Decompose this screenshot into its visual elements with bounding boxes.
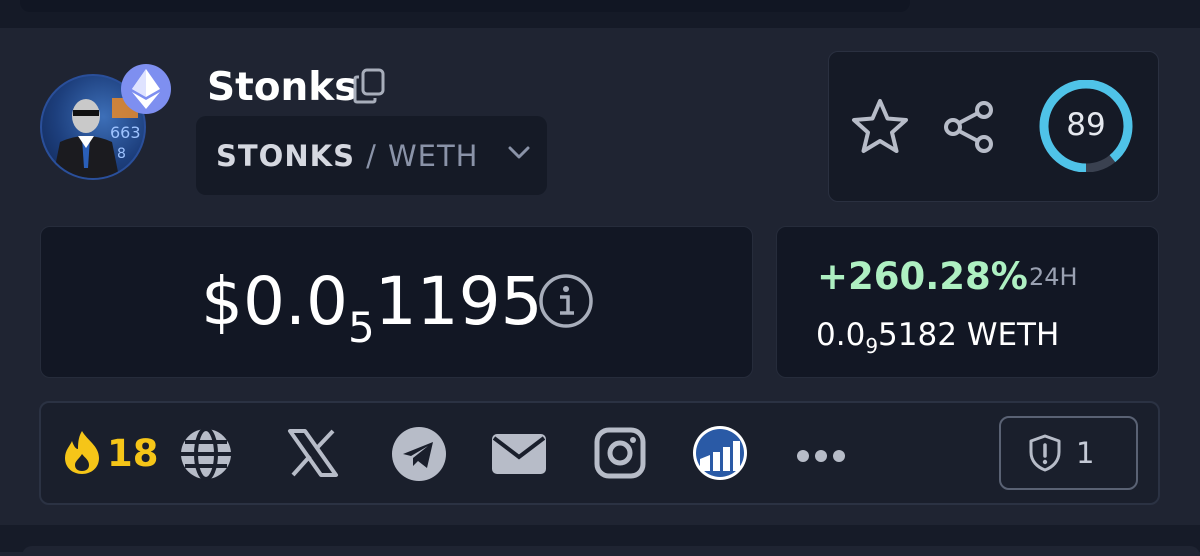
usd-price-prefix: $0.0 bbox=[201, 263, 348, 340]
price-change-period: 24H bbox=[1029, 263, 1078, 291]
pair-quote: WETH bbox=[387, 139, 479, 173]
top-bar-tab bbox=[20, 0, 910, 12]
coinmarketcap-icon[interactable] bbox=[692, 425, 748, 485]
usd-price-digits: 1195 bbox=[374, 263, 543, 340]
ethereum-chain-icon bbox=[121, 64, 171, 114]
audit-warning-count: 1 bbox=[1076, 436, 1095, 470]
audit-warnings-button[interactable] bbox=[999, 416, 1138, 490]
email-icon[interactable] bbox=[491, 433, 547, 479]
weth-price: 0.095182 WETH bbox=[816, 316, 1060, 358]
flame-icon bbox=[59, 428, 105, 480]
weth-price-prefix: 0.0 bbox=[816, 317, 866, 353]
weth-price-zero-count: 9 bbox=[865, 334, 879, 358]
x-icon[interactable] bbox=[287, 428, 339, 482]
pair-separator: / bbox=[366, 139, 377, 173]
info-icon[interactable] bbox=[538, 273, 594, 333]
pair-label: STONKS / WETH bbox=[216, 138, 478, 174]
star-icon[interactable] bbox=[849, 97, 911, 161]
weth-price-unit: WETH bbox=[966, 317, 1060, 353]
pair-base: STONKS bbox=[216, 139, 355, 173]
svg-text:8: 8 bbox=[117, 146, 126, 162]
price-change-percent: +260.28% bbox=[817, 255, 1028, 298]
globe-icon[interactable] bbox=[178, 426, 234, 486]
token-name: Stonks bbox=[207, 65, 358, 110]
instagram-icon[interactable] bbox=[594, 427, 646, 483]
shield-warning-icon bbox=[1028, 434, 1062, 476]
chevron-down-icon bbox=[507, 145, 531, 165]
share-icon[interactable] bbox=[941, 100, 997, 158]
telegram-icon[interactable] bbox=[391, 426, 447, 486]
next-panel-edge bbox=[22, 546, 1200, 556]
hot-count: 18 bbox=[107, 432, 159, 475]
svg-text:663: 663 bbox=[110, 123, 141, 142]
usd-price-zero-count: 5 bbox=[347, 303, 375, 352]
copy-icon[interactable] bbox=[353, 68, 387, 108]
score-value: 89 bbox=[1066, 107, 1106, 143]
more-icon[interactable] bbox=[796, 448, 846, 468]
weth-price-digits: 5182 bbox=[878, 317, 957, 353]
usd-price: $0.051195 bbox=[201, 262, 543, 352]
